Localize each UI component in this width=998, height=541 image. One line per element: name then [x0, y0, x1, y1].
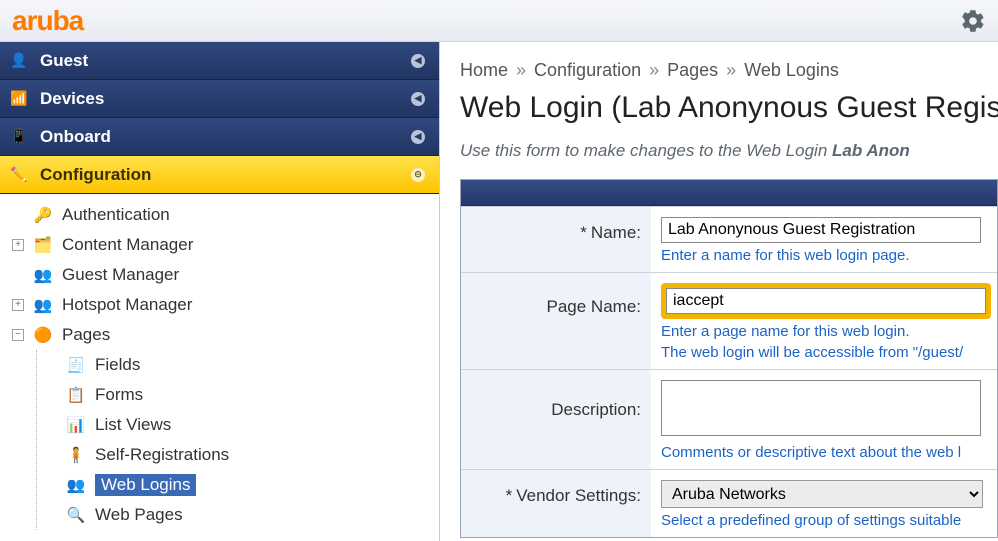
tree-item-forms[interactable]: 📋 Forms — [37, 380, 439, 410]
sidebar-section-label: Configuration — [40, 165, 151, 185]
sidebar-section-configuration[interactable]: ✏️ Configuration ⊝ — [0, 156, 439, 194]
tree-item-label: Authentication — [62, 205, 170, 225]
tree-item-web-pages[interactable]: 🔍 Web Pages — [37, 500, 439, 530]
main-content: Home» Configuration» Pages» Web Logins W… — [440, 42, 998, 541]
tree-item-label: Self-Registrations — [95, 445, 229, 465]
tree-item-label: Fields — [95, 355, 140, 375]
onboard-icon: 📱 — [8, 126, 30, 148]
tree-item-label: Hotspot Manager — [62, 295, 192, 315]
expander-icon[interactable]: + — [12, 239, 24, 251]
form-label: *Vendor Settings: — [461, 470, 651, 537]
form-row-vendor: *Vendor Settings: Aruba Networks Select … — [461, 469, 997, 537]
expander-icon — [12, 269, 24, 281]
expander-icon[interactable]: − — [12, 329, 24, 341]
chevron-left-icon: ◀ — [411, 92, 425, 106]
chevron-down-icon: ⊝ — [411, 168, 425, 182]
tree-item-authentication[interactable]: 🔑 Authentication — [6, 200, 439, 230]
forms-icon: 📋 — [65, 384, 87, 406]
form-panel: *Name: Enter a name for this web login p… — [460, 179, 998, 538]
expander-icon — [12, 209, 24, 221]
form-row-description: Description: Comments or descriptive tex… — [461, 369, 997, 469]
content-manager-icon: 🗂️ — [32, 234, 54, 256]
field-hint: The web login will be accessible from "/… — [661, 344, 991, 361]
form-panel-header — [461, 180, 997, 206]
breadcrumb-item[interactable]: Pages — [667, 60, 718, 81]
tree-item-label: Guest Manager — [62, 265, 179, 285]
tree-item-list-views[interactable]: 📊 List Views — [37, 410, 439, 440]
form-label: Page Name: — [461, 273, 651, 369]
tree-item-pages[interactable]: − 🟠 Pages — [6, 320, 439, 350]
breadcrumb-item[interactable]: Web Logins — [744, 60, 839, 81]
tree-item-label: Web Pages — [95, 505, 183, 525]
description-textarea[interactable] — [661, 380, 981, 436]
name-input[interactable] — [661, 217, 981, 243]
field-hint: Comments or descriptive text about the w… — [661, 444, 987, 461]
tree-item-label: Forms — [95, 385, 143, 405]
hotspot-manager-icon: 👥 — [32, 294, 54, 316]
tree-item-label: List Views — [95, 415, 171, 435]
field-hint: Enter a name for this web login page. — [661, 247, 987, 264]
vendor-select[interactable]: Aruba Networks — [661, 480, 983, 508]
sidebar-tree: 🔑 Authentication + 🗂️ Content Manager 👥 … — [0, 194, 439, 541]
tree-item-hotspot-manager[interactable]: + 👥 Hotspot Manager — [6, 290, 439, 320]
sidebar: 👤 Guest ◀ 📶 Devices ◀ 📱 Onboard ◀ ✏️ Con… — [0, 42, 440, 541]
self-registrations-icon: 🧍 — [65, 444, 87, 466]
web-pages-icon: 🔍 — [65, 504, 87, 526]
tree-item-label: Content Manager — [62, 235, 193, 255]
authentication-icon: 🔑 — [32, 204, 54, 226]
settings-icon[interactable] — [960, 8, 986, 34]
pages-icon: 🟠 — [32, 324, 54, 346]
breadcrumb: Home» Configuration» Pages» Web Logins — [460, 60, 998, 81]
sidebar-section-devices[interactable]: 📶 Devices ◀ — [0, 80, 439, 118]
sidebar-section-label: Devices — [40, 89, 104, 109]
fields-icon: 🧾 — [65, 354, 87, 376]
form-label: *Name: — [461, 207, 651, 272]
tree-item-self-registrations[interactable]: 🧍 Self-Registrations — [37, 440, 439, 470]
guest-icon: 👤 — [8, 50, 30, 72]
tree-item-label: Web Logins — [95, 474, 196, 496]
devices-icon: 📶 — [8, 88, 30, 110]
form-row-page-name: Page Name: Enter a page name for this we… — [461, 272, 997, 369]
list-views-icon: 📊 — [65, 414, 87, 436]
breadcrumb-item[interactable]: Home — [460, 60, 508, 81]
sidebar-section-label: Onboard — [40, 127, 111, 147]
web-logins-icon: 👥 — [65, 474, 87, 496]
tree-item-web-logins[interactable]: 👥 Web Logins — [37, 470, 439, 500]
expander-icon[interactable]: + — [12, 299, 24, 311]
sidebar-section-guest[interactable]: 👤 Guest ◀ — [0, 42, 439, 80]
chevron-left-icon: ◀ — [411, 54, 425, 68]
configuration-icon: ✏️ — [8, 164, 30, 186]
tree-item-content-manager[interactable]: + 🗂️ Content Manager — [6, 230, 439, 260]
form-label: Description: — [461, 370, 651, 469]
form-row-name: *Name: Enter a name for this web login p… — [461, 206, 997, 272]
breadcrumb-item[interactable]: Configuration — [534, 60, 641, 81]
tree-item-fields[interactable]: 🧾 Fields — [37, 350, 439, 380]
page-title: Web Login (Lab Anonynous Guest Regist — [460, 91, 998, 125]
sidebar-section-label: Guest — [40, 51, 88, 71]
field-hint: Enter a page name for this web login. — [661, 323, 991, 340]
tree-item-guest-manager[interactable]: 👥 Guest Manager — [6, 260, 439, 290]
field-hint: Select a predefined group of settings su… — [661, 512, 987, 529]
tree-item-label: Pages — [62, 325, 110, 345]
brand-logo: aruba — [12, 5, 83, 37]
page-subhead: Use this form to make changes to the Web… — [460, 141, 998, 161]
highlighted-field — [661, 283, 991, 319]
sidebar-section-onboard[interactable]: 📱 Onboard ◀ — [0, 118, 439, 156]
chevron-left-icon: ◀ — [411, 130, 425, 144]
page-name-input[interactable] — [666, 288, 986, 314]
guest-manager-icon: 👥 — [32, 264, 54, 286]
